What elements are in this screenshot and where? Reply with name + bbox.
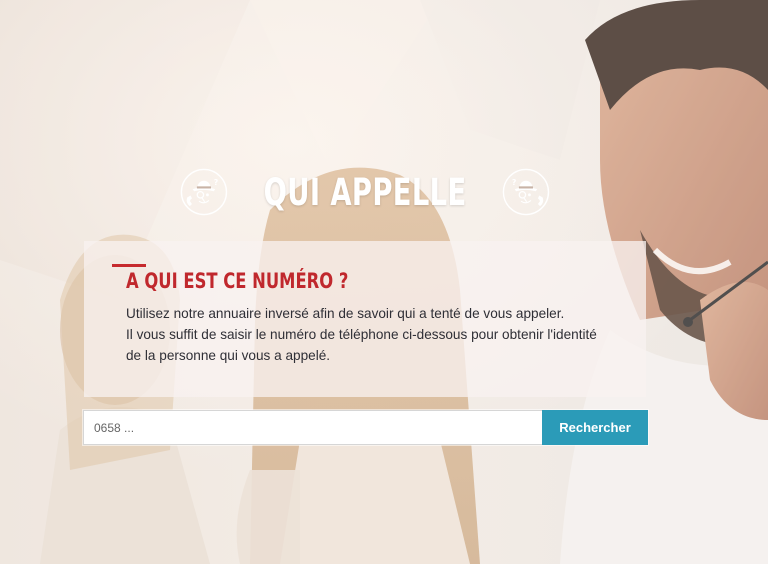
detective-phone-icon: ?	[502, 168, 550, 216]
brand-title: QUI APPELLE	[263, 170, 467, 214]
heading-accent-bar	[112, 264, 146, 267]
detective-phone-icon: ?	[180, 168, 228, 216]
landing-page: ? QUI APPELLE ? A QUI EST CE NUMÉRO ? Ut…	[0, 0, 768, 564]
search-button[interactable]: Rechercher	[542, 410, 648, 445]
svg-text:?: ?	[214, 178, 219, 187]
card-description: Utilisez notre annuaire inversé afin de …	[126, 303, 626, 366]
phone-search-form: Rechercher	[83, 410, 648, 445]
description-line: Il vous suffit de saisir le numéro de té…	[126, 327, 597, 342]
svg-text:?: ?	[512, 178, 517, 187]
phone-number-input[interactable]	[83, 410, 542, 445]
card-heading: A QUI EST CE NUMÉRO ?	[126, 269, 349, 293]
description-line: Utilisez notre annuaire inversé afin de …	[126, 306, 565, 321]
info-card: A QUI EST CE NUMÉRO ? Utilisez notre ann…	[84, 241, 646, 397]
description-line: de la personne qui vous a appelé.	[126, 348, 331, 363]
brand-header: ? QUI APPELLE ?	[180, 156, 550, 228]
